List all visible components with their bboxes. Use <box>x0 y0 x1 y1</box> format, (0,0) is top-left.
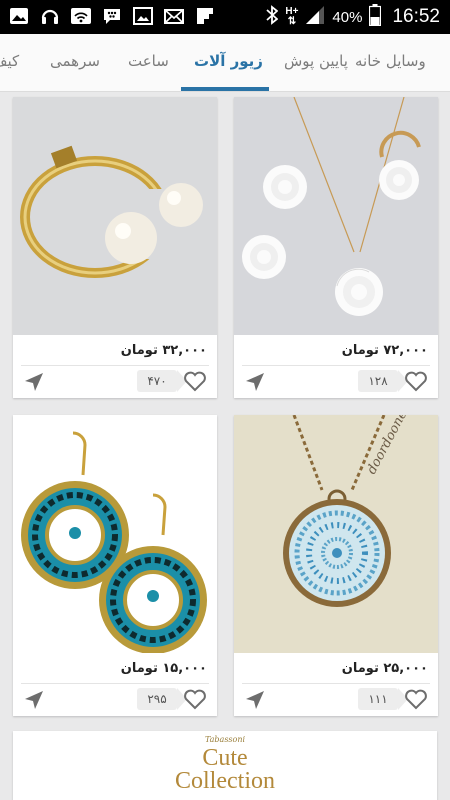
active-tab-indicator <box>181 87 269 91</box>
heart-icon[interactable] <box>183 688 207 710</box>
image-icon <box>132 5 154 27</box>
divider <box>242 365 430 366</box>
share-icon[interactable] <box>23 689 45 711</box>
product-price: ۱۵,۰۰۰ تومان <box>120 661 207 676</box>
wifi-icon <box>70 5 92 27</box>
likes-count: ۴۷۰ <box>137 370 187 392</box>
tab-bottoms[interactable]: پایین پوش <box>284 34 348 91</box>
banner-title-line2: Collection <box>175 768 275 794</box>
system-status: H+ ⇅ 40% 16:52 <box>266 4 440 30</box>
status-bar: H+ ⇅ 40% 16:52 <box>0 0 450 34</box>
flipboard-icon <box>194 5 216 27</box>
heart-icon[interactable] <box>404 688 428 710</box>
divider <box>242 683 430 684</box>
product-card[interactable]: ۳۲,۰۰۰ تومان ۴۷۰ <box>13 97 217 398</box>
battery-icon <box>369 4 382 30</box>
divider <box>21 365 209 366</box>
likes-count: ۱۱۱ <box>358 688 408 710</box>
signal-icon <box>305 5 325 29</box>
share-icon[interactable] <box>23 371 45 393</box>
data-arrows-icon: ⇅ <box>287 16 297 27</box>
product-price: ۳۲,۰۰۰ تومان <box>120 343 207 358</box>
headphones-icon <box>39 5 61 27</box>
product-price: ۲۵,۰۰۰ تومان <box>341 661 428 676</box>
promo-banner[interactable]: Tabassoni Cute Collection <box>13 731 437 800</box>
mail-icon <box>163 5 185 27</box>
tab-watches[interactable]: ساعت <box>128 34 169 91</box>
gallery-icon <box>8 5 30 27</box>
product-card[interactable]: ۷۲,۰۰۰ تومان ۱۲۸ <box>234 97 438 398</box>
bluetooth-icon <box>266 5 279 29</box>
likes-count: ۱۲۸ <box>358 370 408 392</box>
likes-count: ۲۹۵ <box>137 688 187 710</box>
network-type-icon: H+ ⇅ <box>285 7 298 27</box>
product-image[interactable] <box>13 415 217 653</box>
product-image[interactable] <box>234 97 438 335</box>
tab-bags[interactable]: کیف <box>0 34 19 91</box>
tab-home-goods[interactable]: وسایل خانه <box>355 34 426 91</box>
share-icon[interactable] <box>244 371 266 393</box>
banner-brand: Tabassoni <box>204 735 246 744</box>
bbm-icon <box>101 5 123 27</box>
product-image[interactable]: doordooneh2 <box>234 415 438 653</box>
share-icon[interactable] <box>244 689 266 711</box>
product-price: ۷۲,۰۰۰ تومان <box>341 343 428 358</box>
tab-jewelry[interactable]: زیور آلات <box>194 34 263 91</box>
product-card[interactable]: doordooneh2 ۲۵,۰۰۰ تومان ۱۱۱ <box>234 415 438 716</box>
heart-icon[interactable] <box>183 370 207 392</box>
divider <box>21 683 209 684</box>
product-card[interactable]: ۱۵,۰۰۰ تومان ۲۹۵ <box>13 415 217 716</box>
tab-jumpsuits[interactable]: سرهمی <box>50 34 100 91</box>
clock: 16:52 <box>392 6 440 27</box>
notification-icons <box>8 5 216 27</box>
product-image[interactable] <box>13 97 217 335</box>
category-tabs: وسایل خانه پایین پوش زیور آلات ساعت سرهم… <box>0 34 450 92</box>
heart-icon[interactable] <box>404 370 428 392</box>
battery-percent: 40% <box>332 8 363 26</box>
